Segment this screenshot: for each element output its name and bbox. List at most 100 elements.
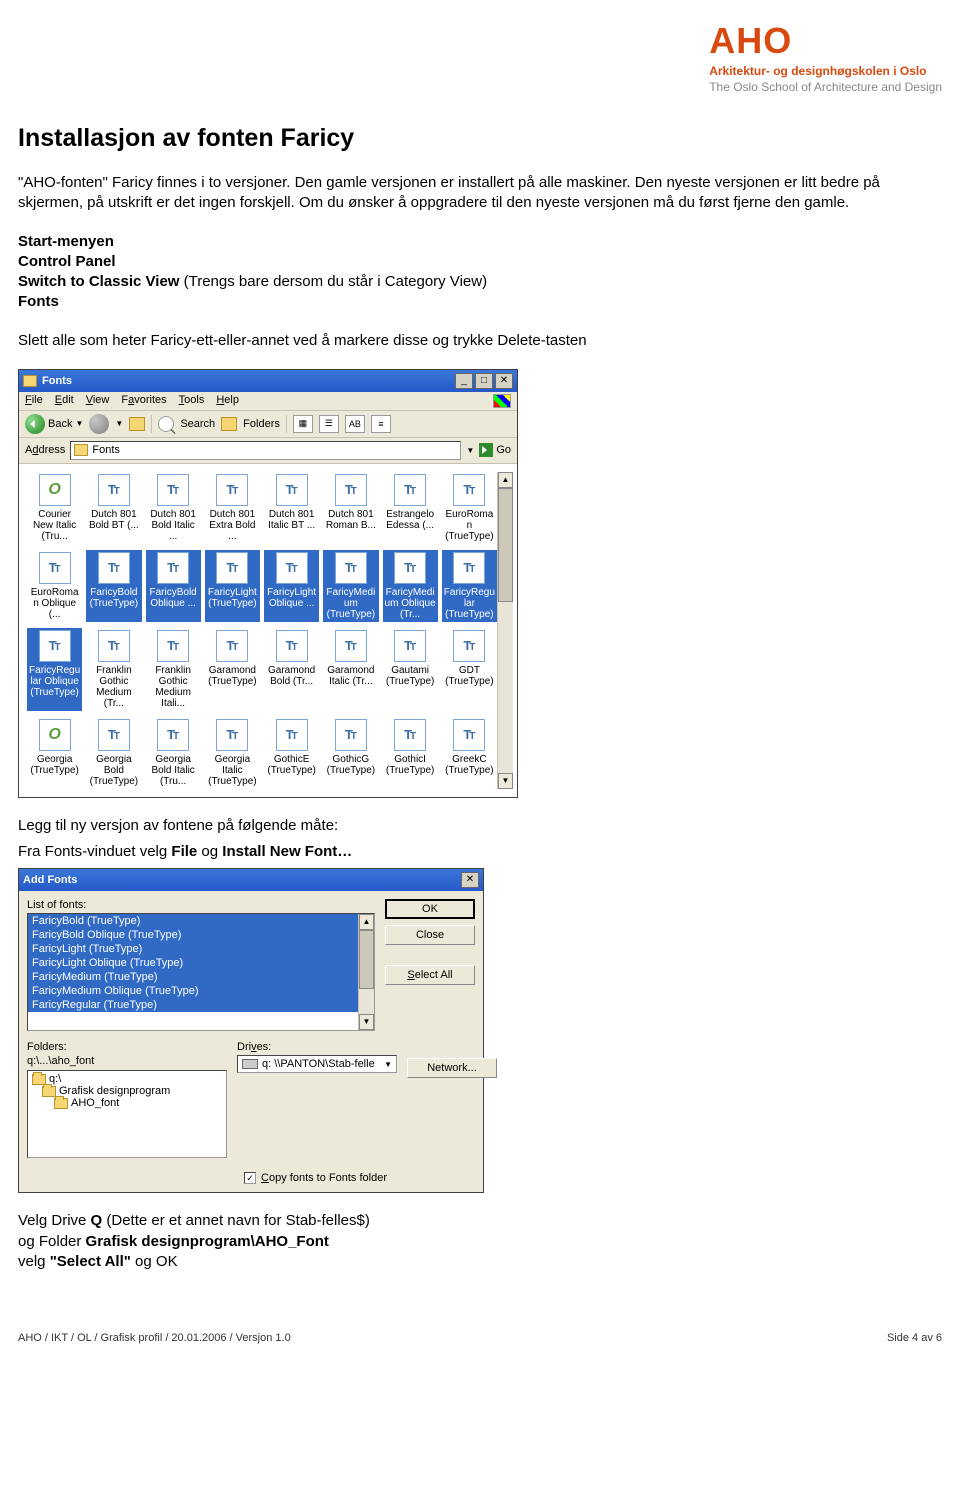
go-button[interactable]: Go [479, 443, 511, 457]
font-label: Dutch 801 Italic BT ... [265, 509, 318, 531]
forward-dropdown-icon[interactable]: ▼ [115, 419, 123, 428]
menu-tools[interactable]: Tools [179, 394, 205, 408]
minimize-button[interactable]: _ [455, 373, 473, 389]
font-item[interactable]: TTEuroRoman (TrueType) [442, 472, 497, 544]
scroll-thumb[interactable] [498, 488, 513, 602]
page-title: Installasjon av fonten Faricy [18, 124, 942, 153]
font-item[interactable]: TTGothicE (TrueType) [264, 717, 319, 789]
font-list-row[interactable]: FaricyMedium (TrueType) [28, 970, 358, 984]
copy-fonts-label: Copy fonts to Fonts folder [261, 1172, 387, 1184]
font-file-icon: TT [335, 719, 367, 751]
view-list-button[interactable]: ☰ [319, 415, 339, 433]
menu-file[interactable]: File [25, 394, 43, 408]
font-item[interactable]: TTDutch 801 Bold BT (... [86, 472, 141, 544]
fonts-listbox[interactable]: FaricyBold (TrueType)FaricyBold Oblique … [27, 913, 375, 1031]
menu-view[interactable]: View [86, 394, 110, 408]
maximize-button[interactable]: □ [475, 373, 493, 389]
font-item[interactable]: TTDutch 801 Extra Bold ... [205, 472, 260, 544]
font-label: FaricyRegular Oblique (TrueType) [28, 665, 81, 698]
font-item[interactable]: TTFranklin Gothic Medium (Tr... [86, 628, 141, 711]
address-input[interactable]: Fonts [70, 441, 461, 460]
network-button[interactable]: Network... [407, 1058, 497, 1078]
font-item[interactable]: TTGreekC (TrueType) [442, 717, 497, 789]
folders-path: q:\...\aho_font [27, 1055, 227, 1067]
select-all-button[interactable]: Select All [385, 965, 475, 985]
addfonts-title: Add Fonts [23, 874, 461, 886]
font-list-row[interactable]: FaricyLight Oblique (TrueType) [28, 956, 358, 970]
ok-button[interactable]: OK [385, 899, 475, 919]
view-details-button[interactable]: ≡ [371, 415, 391, 433]
close-button[interactable]: Close [385, 925, 475, 945]
font-item[interactable]: TTGeorgia Bold (TrueType) [86, 717, 141, 789]
search-button[interactable]: Search [180, 418, 215, 430]
font-label: EuroRoman Oblique (... [28, 587, 81, 620]
font-item[interactable]: TTEstrangelo Edessa (... [383, 472, 438, 544]
open-folder-icon [42, 1086, 56, 1097]
font-file-icon: TT [98, 474, 130, 506]
scroll-track[interactable] [498, 488, 513, 773]
font-item[interactable]: TTFaricyRegular (TrueType) [442, 550, 497, 622]
font-item[interactable]: TT Garamond (TrueType) [205, 628, 260, 711]
address-dropdown-icon[interactable]: ▼ [466, 446, 474, 455]
drives-dropdown[interactable]: q: \\PANTON\Stab-felle ▼ [237, 1055, 397, 1073]
font-item[interactable]: OGeorgia (TrueType) [27, 717, 82, 789]
delete-instruction: Slett alle som heter Faricy-ett-eller-an… [18, 331, 942, 351]
font-item[interactable]: TTGeorgia Italic (TrueType) [205, 717, 260, 789]
font-list-row[interactable]: FaricyBold Oblique (TrueType) [28, 928, 358, 942]
font-list-row[interactable]: FaricyMedium Oblique (TrueType) [28, 984, 358, 998]
font-item[interactable]: TTFaricyLight (TrueType) [205, 550, 260, 622]
font-list-row[interactable]: FaricyRegular (TrueType) [28, 998, 358, 1012]
view-similarity-button[interactable]: AB [345, 415, 365, 433]
font-item[interactable]: TTGothicG (TrueType) [323, 717, 378, 789]
listbox-scrollbar[interactable]: ▲ ▼ [358, 914, 374, 1030]
font-item[interactable]: TTGaramond Bold (Tr... [264, 628, 319, 711]
folders-button[interactable]: Folders [243, 418, 280, 430]
font-item[interactable]: TTGDT (TrueType) [442, 628, 497, 711]
back-dropdown-icon[interactable]: ▼ [75, 419, 83, 428]
font-item[interactable]: TTFranklin Gothic Medium Itali... [146, 628, 201, 711]
menu-favorites[interactable]: Favorites [121, 394, 166, 408]
font-item[interactable]: TTFaricyBold Oblique ... [146, 550, 201, 622]
font-item[interactable]: TTGothicI (TrueType) [383, 717, 438, 789]
font-item[interactable]: TTGeorgia Bold Italic (Tru... [146, 717, 201, 789]
menu-help[interactable]: Help [216, 394, 239, 408]
menu-edit[interactable]: Edit [55, 394, 74, 408]
back-button[interactable]: Back ▼ [25, 414, 83, 434]
font-file-icon: TT [216, 630, 248, 662]
addfonts-close-button[interactable]: ✕ [461, 872, 479, 888]
font-item[interactable]: TTDutch 801 Roman B... [323, 472, 378, 544]
up-button[interactable] [129, 417, 145, 431]
window-title: Fonts [42, 375, 455, 387]
scroll-down-button[interactable]: ▼ [498, 773, 513, 789]
close-button[interactable]: ✕ [495, 373, 513, 389]
font-item[interactable]: TTFaricyBold (TrueType) [86, 550, 141, 622]
font-list-row[interactable]: FaricyBold (TrueType) [28, 914, 358, 928]
folders-tree[interactable]: q:\ Grafisk designprogram AHO_font [27, 1070, 227, 1158]
font-item[interactable]: TTGaramond Italic (Tr... [323, 628, 378, 711]
font-item[interactable]: TTDutch 801 Italic BT ... [264, 472, 319, 544]
font-label: Courier New Italic (Tru... [28, 509, 81, 542]
font-item[interactable]: OCourier New Italic (Tru... [27, 472, 82, 544]
folder-drive[interactable]: q:\ [30, 1073, 224, 1085]
font-item[interactable]: TTFaricyMedium Oblique (Tr... [383, 550, 438, 622]
font-label: Garamond (TrueType) [206, 665, 259, 687]
font-list-row[interactable]: FaricyLight (TrueType) [28, 942, 358, 956]
scrollbar[interactable]: ▲ ▼ [497, 472, 513, 789]
font-label: Dutch 801 Extra Bold ... [206, 509, 259, 542]
font-item[interactable]: TTFaricyMedium (TrueType) [323, 550, 378, 622]
font-item[interactable]: TTEuroRoman Oblique (... [27, 550, 82, 622]
scroll-up-button[interactable]: ▲ [498, 472, 513, 488]
font-label: Georgia Italic (TrueType) [206, 754, 259, 787]
font-item[interactable]: TTGautami (TrueType) [383, 628, 438, 711]
font-item[interactable]: TTDutch 801 Bold Italic ... [146, 472, 201, 544]
font-item[interactable]: TTFaricyRegular Oblique (TrueType) [27, 628, 82, 711]
view-large-icons-button[interactable]: ▦ [293, 415, 313, 433]
forward-button[interactable] [89, 414, 109, 434]
header: AHO Arkitektur- og designhøgskolen i Osl… [18, 20, 942, 94]
folder-current[interactable]: AHO_font [30, 1097, 224, 1109]
font-label: Garamond Italic (Tr... [324, 665, 377, 687]
copy-fonts-checkbox[interactable]: ✓ [244, 1172, 256, 1184]
font-file-icon: TT [453, 552, 485, 584]
font-label: GreekC (TrueType) [443, 754, 496, 776]
font-item[interactable]: TTFaricyLight Oblique ... [264, 550, 319, 622]
